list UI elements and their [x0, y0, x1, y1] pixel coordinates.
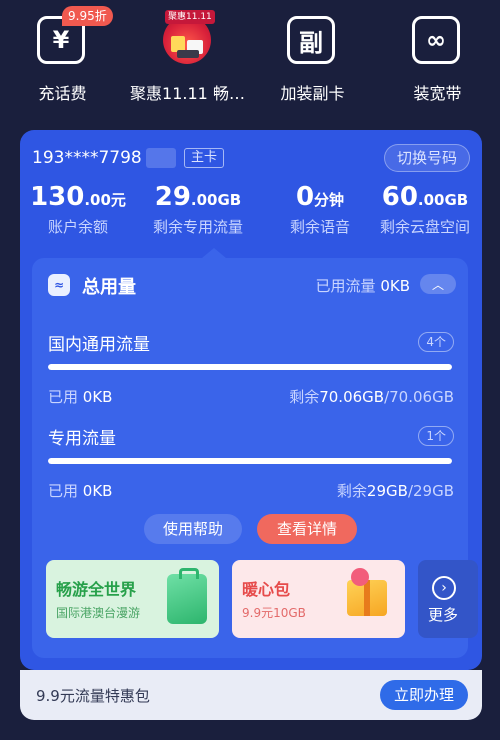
stat-unit: 分钟: [314, 191, 345, 209]
used-amount: 已用 0KB: [48, 480, 112, 501]
total-value: /70.06GB: [384, 388, 454, 406]
dedicated-data-progress: [48, 458, 452, 464]
masked-name: [146, 148, 176, 168]
stat-dedicated-data[interactable]: 29.00GB 剩余专用流量: [138, 182, 258, 237]
package-subtitle: 国际港澳台漫游: [56, 606, 141, 620]
usage-logo-icon: ≈: [48, 274, 70, 296]
usage-panel: ≈ 总用量 已用流量 0KB ︿ 国内通用流量 4个 已用 0KB 剩余70.0…: [32, 248, 478, 658]
suitcase-icon: [167, 568, 207, 624]
remaining-value: 29GB: [366, 482, 408, 500]
quick-actions: ¥ 9.95折 充话费 聚惠11.11 聚惠11.11 畅… 副 加装副卡 ∞ …: [0, 0, 500, 120]
secondary-card-icon: 副: [287, 16, 335, 64]
dedicated-data-title[interactable]: 专用流量: [48, 424, 116, 449]
promo-badge: 聚惠11.11: [165, 10, 215, 24]
heart-balloon-icon: [351, 568, 369, 586]
used-label: 已用: [48, 388, 79, 406]
quick-action-recharge[interactable]: ¥ 9.95折 充话费: [0, 0, 125, 110]
collapse-button[interactable]: ︿: [420, 274, 456, 294]
gift-box-icon: [347, 580, 387, 616]
stat-unit: .00GB: [190, 191, 242, 209]
remaining-amount: 剩余70.06GB/70.06GB: [289, 386, 454, 407]
remaining-label: 剩余: [289, 388, 320, 406]
package-card-warm-pack[interactable]: 暖心包 9.9元10GB: [232, 560, 405, 638]
stat-value: 130: [30, 182, 85, 212]
panel-pointer: [202, 248, 226, 258]
stat-voice[interactable]: 0分钟 剩余语音: [268, 182, 372, 237]
chevron-up-icon: ︿: [431, 277, 444, 292]
stat-value: 29: [154, 182, 191, 212]
stat-label: 剩余云盘空间: [379, 218, 470, 236]
quick-action-label: 加装副卡: [280, 84, 345, 103]
switch-number-button[interactable]: 切换号码: [383, 144, 470, 172]
package-subtitle: 9.9元10GB: [242, 606, 306, 620]
quick-action-label: 聚惠11.11 畅…: [130, 84, 245, 103]
total-value: /29GB: [407, 482, 454, 500]
used-data-summary: 已用流量 0KB: [316, 275, 410, 296]
discount-badge: 9.95折: [62, 6, 113, 26]
used-value: 0KB: [82, 482, 113, 500]
total-usage-title: 总用量: [82, 277, 136, 298]
quick-action-label: 装宽带: [413, 84, 462, 103]
progress-fill: [48, 458, 452, 464]
stat-value: 0: [295, 182, 315, 212]
quick-action-label: 充话费: [38, 84, 87, 103]
used-data-value: 0KB: [380, 277, 410, 295]
package-title: 畅游全世界: [56, 580, 137, 599]
stat-label: 剩余专用流量: [152, 218, 243, 236]
package-title: 暖心包: [242, 580, 291, 599]
stat-cloud-storage[interactable]: 60.00GB 剩余云盘空间: [372, 182, 478, 237]
stat-label: 剩余语音: [289, 218, 350, 236]
apply-now-button[interactable]: 立即办理: [380, 680, 468, 710]
package-count-badge[interactable]: 4个: [418, 332, 454, 352]
stat-unit: .00GB: [417, 191, 469, 209]
offer-bar: 9.9元流量特惠包 立即办理: [20, 670, 482, 720]
primary-card-tag: 主卡: [184, 148, 225, 168]
stat-value: 60: [381, 182, 418, 212]
remaining-amount: 剩余29GB/29GB: [337, 480, 454, 501]
remaining-value: 70.06GB: [319, 388, 385, 406]
chevron-right-icon: ›: [432, 576, 456, 600]
quick-action-broadband[interactable]: ∞ 装宽带: [375, 0, 500, 110]
broadband-router-icon: ∞: [412, 16, 460, 64]
stat-balance[interactable]: 130.00元 账户余额: [24, 182, 132, 237]
view-details-button[interactable]: 查看详情: [257, 514, 357, 544]
package-card-global-roaming[interactable]: 畅游全世界 国际港澳台漫游: [46, 560, 219, 638]
more-label: 更多: [428, 606, 459, 624]
used-amount: 已用 0KB: [48, 386, 112, 407]
quick-action-promo[interactable]: 聚惠11.11 聚惠11.11 畅…: [125, 0, 250, 110]
account-card: 193****7798 主卡 切换号码 130.00元 账户余额 29.00GB…: [20, 130, 482, 670]
used-label: 已用: [48, 482, 79, 500]
stat-unit: .00元: [84, 191, 126, 209]
phone-number: 193****7798: [32, 148, 142, 168]
usage-help-button[interactable]: 使用帮助: [144, 514, 242, 544]
used-value: 0KB: [82, 388, 113, 406]
progress-fill: [48, 364, 452, 370]
offer-text: 9.9元流量特惠包: [36, 687, 150, 705]
more-packages-button[interactable]: › 更多: [418, 560, 478, 638]
domestic-data-title[interactable]: 国内通用流量: [48, 330, 150, 355]
quick-action-secondary-card[interactable]: 副 加装副卡: [250, 0, 375, 110]
stat-label: 账户余额: [47, 218, 108, 236]
used-data-label: 已用流量: [315, 277, 376, 295]
domestic-data-progress: [48, 364, 452, 370]
remaining-label: 剩余: [336, 482, 367, 500]
package-count-badge[interactable]: 1个: [418, 426, 454, 446]
